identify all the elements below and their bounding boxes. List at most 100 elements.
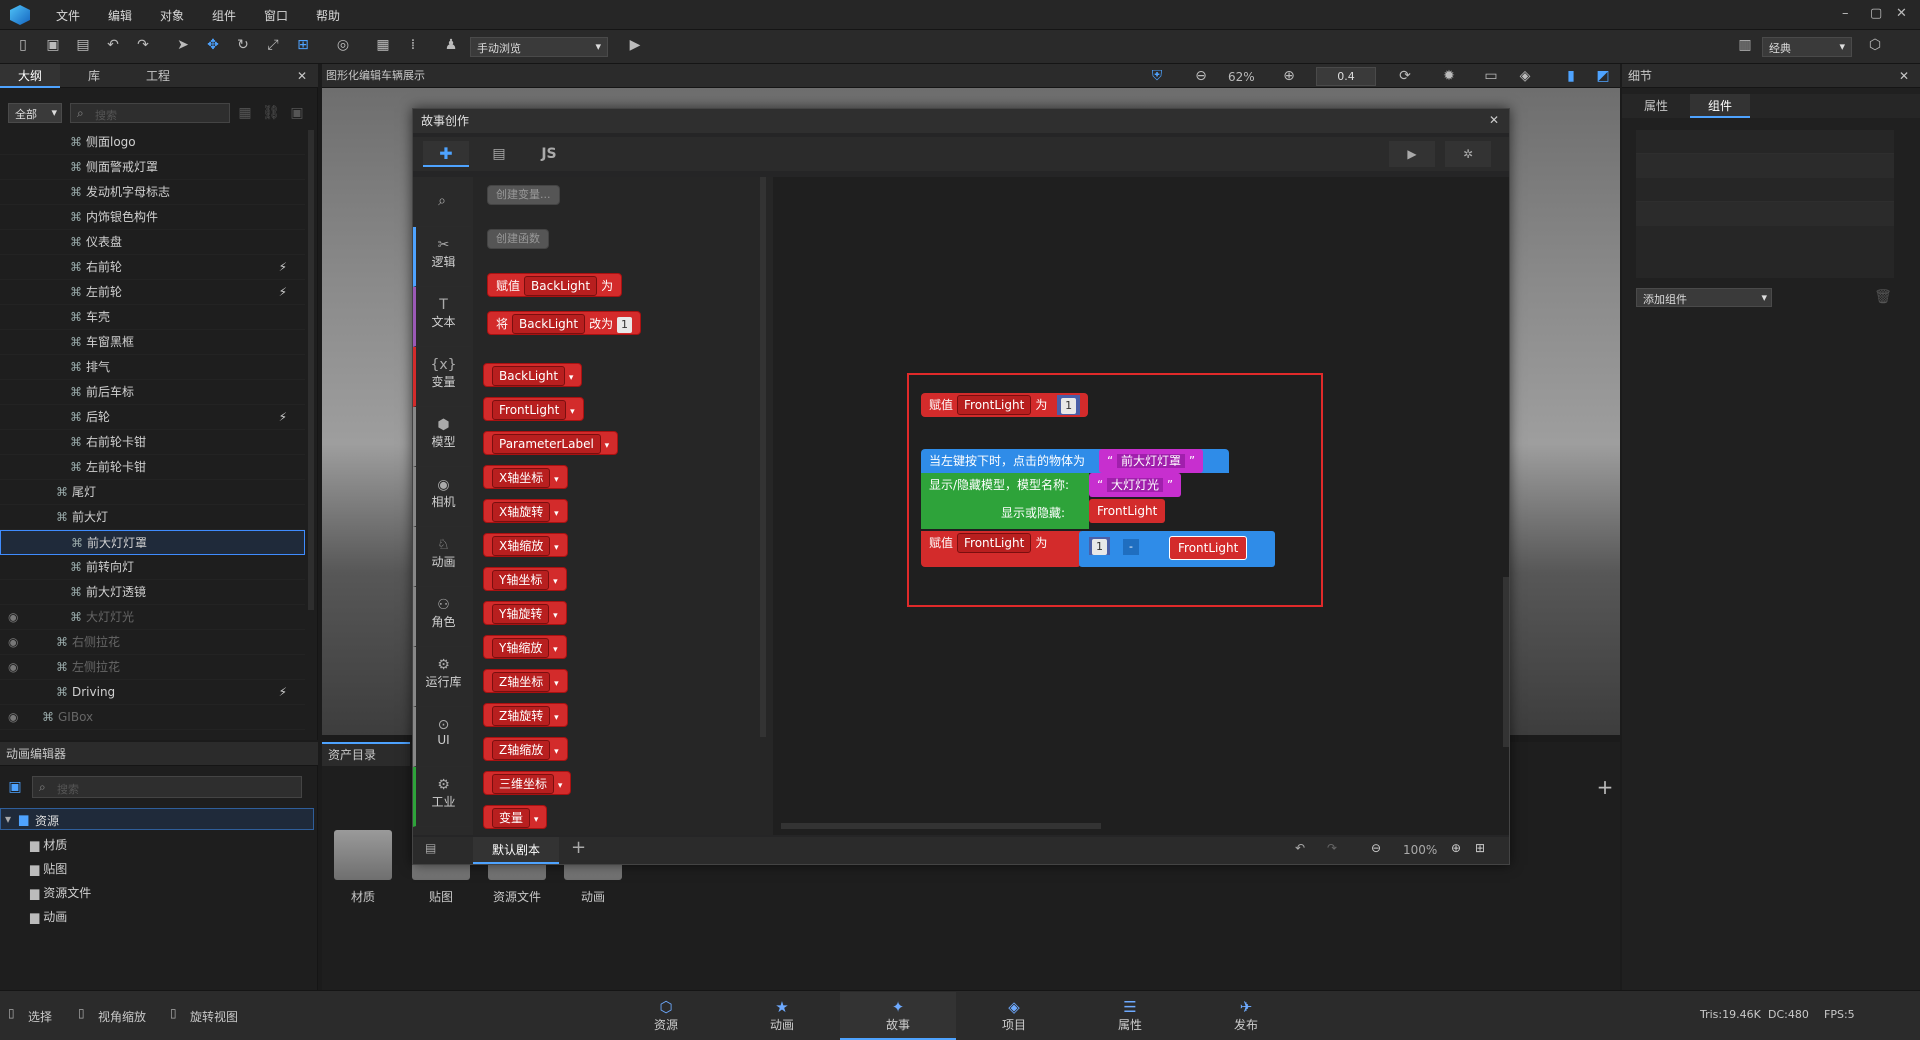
zoom-in-icon[interactable]: ⊕ bbox=[1280, 67, 1298, 85]
bottom-tab[interactable]: ★ 动画 bbox=[724, 992, 840, 1040]
change-variable-block[interactable]: 将 BackLight 改为 1 bbox=[487, 311, 641, 335]
move-tool-icon[interactable]: ✥ bbox=[204, 36, 222, 54]
variable-block[interactable]: Y轴坐标 ▾ bbox=[483, 567, 567, 591]
bottom-tab[interactable]: ◈ 项目 bbox=[956, 992, 1072, 1040]
tree-item[interactable]: ⌘ 发动机字母标志 bbox=[0, 180, 305, 205]
category-2[interactable]: {x} 变量 bbox=[413, 347, 471, 407]
variable-block[interactable]: X轴旋转 ▾ bbox=[483, 499, 568, 523]
add-asset-icon[interactable]: + bbox=[1596, 777, 1614, 797]
tree-item[interactable]: ⌘ Driving ⚡ bbox=[0, 680, 305, 705]
layout-select[interactable]: 经典 ▾ bbox=[1762, 37, 1852, 57]
panel-toggle-icon[interactable]: ▣ bbox=[6, 778, 24, 796]
expand-all-icon[interactable]: ▦ bbox=[236, 104, 254, 122]
rotate-tool-icon[interactable]: ↻ bbox=[234, 36, 252, 54]
undo-icon[interactable]: ↶ bbox=[104, 36, 122, 54]
variable-block[interactable]: X轴坐标 ▾ bbox=[483, 465, 568, 489]
category-8[interactable]: ⊙ UI bbox=[413, 707, 471, 767]
variable-block[interactable]: BackLight ▾ bbox=[483, 363, 583, 387]
outline-search-input[interactable]: ⌕ 搜索 bbox=[70, 103, 230, 123]
zoom-out-icon[interactable]: ⊖ bbox=[1192, 67, 1210, 85]
event-left-click-block[interactable]: 当左键按下时，点击的物体为 “ 前大灯灯罩 ” bbox=[921, 449, 1229, 473]
grid-icon[interactable]: ▦ bbox=[374, 36, 392, 54]
speed-input[interactable]: 0.4 bbox=[1316, 67, 1376, 86]
bottom-tab[interactable]: ✈ 发布 bbox=[1188, 992, 1304, 1040]
zoom-out-icon[interactable]: ⊖ bbox=[1371, 841, 1381, 855]
outline-filter-select[interactable]: 全部 ▾ bbox=[8, 103, 62, 123]
tree-item[interactable]: ⌘ 前大灯灯罩 bbox=[0, 530, 305, 555]
list-icon[interactable]: ▤ bbox=[425, 841, 436, 855]
variable-block[interactable]: 变量 ▾ bbox=[483, 805, 548, 829]
shield-icon[interactable]: ⛨ bbox=[1148, 67, 1166, 85]
redo-icon[interactable]: ↷ bbox=[134, 36, 152, 54]
variable-block[interactable]: X轴缩放 ▾ bbox=[483, 533, 568, 557]
bottom-tab[interactable]: ☰ 属性 bbox=[1072, 992, 1188, 1040]
tab-properties[interactable]: 属性 bbox=[1626, 94, 1686, 118]
menu-item[interactable]: 文件 bbox=[56, 7, 80, 24]
tree-item[interactable]: ⌘ 前后车标 bbox=[0, 380, 305, 405]
show-hide-model-block[interactable]: 显示/隐藏模型，模型名称: “ 大灯灯光 ” 显示或隐藏: FrontLight bbox=[921, 473, 1182, 529]
refresh-view-icon[interactable]: ⟳ bbox=[1396, 67, 1414, 85]
tab-project[interactable]: 工程 bbox=[128, 64, 188, 88]
palette-scrollbar[interactable] bbox=[760, 177, 766, 737]
redo-icon[interactable]: ↷ bbox=[1327, 841, 1337, 855]
anim-tree-item[interactable]: ▆ 贴图 bbox=[30, 860, 67, 877]
settings-hex-icon[interactable]: ⬡ bbox=[1866, 36, 1884, 54]
visibility-eye-icon[interactable]: ◉ bbox=[8, 630, 18, 655]
variable-block[interactable]: FrontLight ▾ bbox=[483, 397, 584, 421]
tree-item[interactable]: ⌘ 前大灯 bbox=[0, 505, 305, 530]
tree-item[interactable]: ⌘ 仪表盘 bbox=[0, 230, 305, 255]
lock-view-icon[interactable]: ▮ bbox=[1562, 67, 1580, 85]
anim-tree-root[interactable]: ▾ ▆ 资源 bbox=[0, 808, 314, 830]
category-0[interactable]: ✂ 逻辑 bbox=[413, 227, 471, 287]
hierarchy-icon[interactable]: ▤ bbox=[479, 141, 519, 167]
person-icon[interactable]: ♟ bbox=[442, 36, 460, 54]
math-expression-block[interactable]: 1 - FrontLight bbox=[1079, 531, 1275, 567]
variable-block[interactable]: Z轴坐标 ▾ bbox=[483, 669, 568, 693]
trash-icon[interactable]: 🗑 bbox=[1874, 288, 1892, 306]
layout-icon[interactable]: ▥ bbox=[1736, 36, 1754, 54]
anim-tree-item[interactable]: ▆ 动画 bbox=[30, 908, 67, 925]
variable-block[interactable]: 三维坐标 ▾ bbox=[483, 771, 572, 795]
play-icon[interactable]: ▶ bbox=[626, 36, 644, 54]
puzzle-icon[interactable]: ✚ bbox=[423, 141, 469, 167]
script-bolt-icon[interactable]: ⚡ bbox=[279, 280, 287, 305]
tab-default-script[interactable]: 默认剧本 bbox=[473, 837, 559, 864]
camera-icon[interactable]: ▭ bbox=[1482, 67, 1500, 85]
tree-item[interactable]: ⌘ 前转向灯 bbox=[0, 555, 305, 580]
search-category[interactable]: ⌕ bbox=[413, 177, 471, 227]
undo-icon[interactable]: ↶ bbox=[1295, 841, 1305, 855]
tree-item[interactable]: ⌘ 右侧拉花 ◉ bbox=[0, 630, 305, 655]
anim-tree-item[interactable]: ▆ 资源文件 bbox=[30, 884, 91, 901]
category-1[interactable]: T 文本 bbox=[413, 287, 471, 347]
visibility-eye-icon[interactable]: ◉ bbox=[8, 605, 18, 630]
tree-item[interactable]: ⌘ 车窗黑框 bbox=[0, 330, 305, 355]
menu-item[interactable]: 窗口 bbox=[264, 7, 288, 24]
add-script-icon[interactable]: + bbox=[571, 837, 586, 858]
variable-block[interactable]: Y轴缩放 ▾ bbox=[483, 635, 567, 659]
assign-expression-block[interactable]: 赋值 FrontLight 为 bbox=[921, 531, 1081, 567]
scale-tool-icon[interactable]: ⤢ bbox=[264, 36, 282, 54]
lock-icon[interactable]: ▣ bbox=[288, 104, 306, 122]
script-bolt-icon[interactable]: ⚡ bbox=[279, 405, 287, 430]
set-variable-block[interactable]: 赋值 BackLight 为 bbox=[487, 273, 623, 297]
category-7[interactable]: ⚙ 运行库 bbox=[413, 647, 471, 707]
tree-item[interactable]: ⌘ 左侧拉花 ◉ bbox=[0, 655, 305, 680]
category-5[interactable]: ♘ 动画 bbox=[413, 527, 471, 587]
close-panel-icon[interactable]: ✕ bbox=[290, 64, 314, 88]
category-9[interactable]: ⚙ 工业 bbox=[413, 767, 471, 827]
workspace-vscrollbar[interactable] bbox=[1503, 577, 1509, 747]
create-variable-button[interactable]: 创建变量... bbox=[487, 185, 560, 205]
close-window-button[interactable]: ✕ bbox=[1896, 6, 1907, 21]
variable-block[interactable]: Z轴旋转 ▾ bbox=[483, 703, 568, 727]
sun-icon[interactable]: ✹ bbox=[1440, 67, 1458, 85]
menu-item[interactable]: 帮助 bbox=[316, 7, 340, 24]
variable-block[interactable]: Z轴缩放 ▾ bbox=[483, 737, 568, 761]
tree-item[interactable]: ⌘ 后轮 ⚡ bbox=[0, 405, 305, 430]
tree-item[interactable]: ⌘ 车壳 bbox=[0, 305, 305, 330]
bottom-tab[interactable]: ✦ 故事 bbox=[840, 992, 956, 1040]
minimize-button[interactable]: – bbox=[1842, 6, 1849, 21]
select-tool-icon[interactable]: ➤ bbox=[174, 36, 192, 54]
asset-folder[interactable]: 材质 bbox=[330, 830, 396, 908]
navigation-mode-select[interactable]: 手动浏览 ▾ bbox=[470, 37, 608, 57]
script-bolt-icon[interactable]: ⚡ bbox=[279, 255, 287, 280]
